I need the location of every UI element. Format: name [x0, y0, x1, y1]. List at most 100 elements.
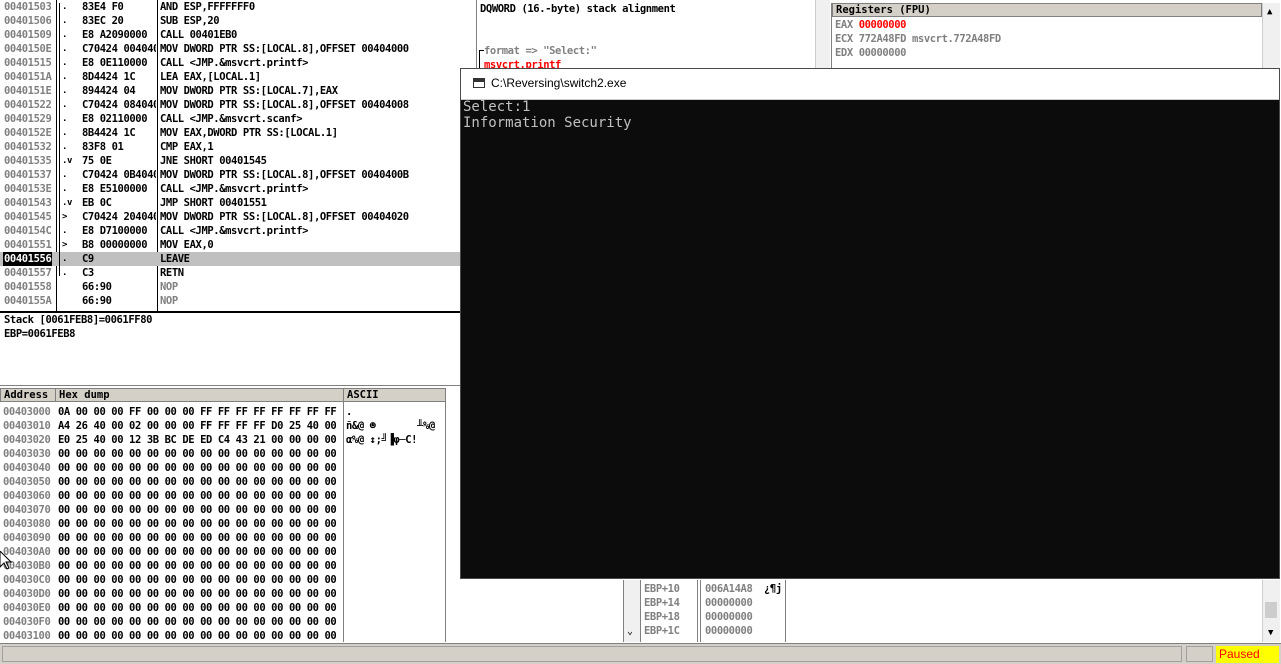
disasm-row[interactable]: 00401529. E8 02110000 CALL <JMP.&msvcrt.sc… — [0, 112, 476, 126]
disasm-address: 0040152E — [4, 127, 52, 139]
disasm-row[interactable]: 00401543 .v EB 0C JMP SHORT 00401551 — [0, 196, 476, 210]
dump-row[interactable]: 00403000 0A 00 00 00 FF 00 00 00 FF FF FF… — [0, 405, 446, 419]
register-row[interactable]: EAX 00000000 — [835, 18, 1255, 32]
console-window[interactable]: C:\Reversing\switch2.exe Select:1 Inform… — [460, 68, 1280, 579]
dump-hex-header[interactable]: Hex dump — [55, 388, 344, 402]
disasm-row[interactable]: 00401503. 83E4 F0 AND ESP,FFFFFFF0 — [0, 0, 476, 14]
register-row[interactable]: EDX 00000000 — [835, 46, 1255, 60]
dump-address: 00403020 — [3, 434, 51, 446]
dump-row[interactable]: 00403030 00 00 00 00 00 00 00 00 00 00 00… — [0, 447, 446, 461]
disasm-bytes: B8 00000000 — [82, 239, 148, 251]
dump-row[interactable]: 004030E0 00 00 00 00 00 00 00 00 00 00 00… — [0, 601, 446, 615]
disasm-instruction: MOV DWORD PTR SS:[LOCAL.7],EAX — [160, 85, 338, 97]
stack-row[interactable]: EBP+14 00000000 — [624, 596, 1264, 610]
disasm-row[interactable]: 00401506. 83EC 20 SUB ESP,20 — [0, 14, 476, 28]
disasm-marker: . — [62, 254, 68, 264]
disasm-row[interactable]: 0040153E. E8 E5100000 CALL <JMP.&msvcrt.pr… — [0, 182, 476, 196]
disasm-row[interactable]: 00401551 > B8 00000000 MOV EAX,0 — [0, 238, 476, 252]
disasm-bytes: 66:90 — [82, 281, 112, 293]
disasm-row[interactable]: 00401556. C9 LEAVE — [0, 252, 476, 266]
disasm-row[interactable]: 00401532. 83F8 01 CMP EAX,1 — [0, 140, 476, 154]
disasm-address: 00401556 — [3, 252, 53, 266]
disasm-row[interactable]: 0040152E. 8B4424 1C MOV EAX,DWORD PTR SS:[… — [0, 126, 476, 140]
register-row[interactable]: ECX 772A48FD msvcrt.772A48FD — [835, 32, 1255, 46]
disasm-row[interactable]: 00401515. E8 0E110000 CALL <JMP.&msvcrt.pr… — [0, 56, 476, 70]
disasm-address: 00401503 — [4, 1, 52, 13]
register-name: EAX — [835, 19, 859, 31]
status-paused-text: Paused — [1219, 647, 1260, 661]
scroll-thumb[interactable] — [1265, 602, 1277, 618]
dump-row[interactable]: 004030B0 00 00 00 00 00 00 00 00 00 00 00… — [0, 559, 446, 573]
disasm-row[interactable]: 0040155A 66:90 NOP — [0, 294, 476, 308]
dump-address: 004030C0 — [3, 574, 51, 586]
dump-row[interactable]: 00403070 00 00 00 00 00 00 00 00 00 00 00… — [0, 503, 446, 517]
scroll-up-icon[interactable]: ▲ — [1267, 7, 1272, 17]
registers-scrollbar[interactable]: ▲ — [1262, 3, 1280, 69]
disasm-row[interactable]: 00401535 .v 75 0E JNE SHORT 00401545 — [0, 154, 476, 168]
stack-pane[interactable]: ⌄ EBP+10 006A14A8 ¿¶j EBP+14 00000000 EBP+18 0… — [623, 580, 1280, 642]
dump-row[interactable]: 00403010 A4 26 40 00 02 00 00 00 FF FF FF… — [0, 419, 446, 433]
stack-row[interactable]: EBP+10 006A14A8 ¿¶j — [624, 582, 1264, 596]
dump-row[interactable]: 004030A0 00 00 00 00 00 00 00 00 00 00 00… — [0, 545, 446, 559]
dump-ascii-header[interactable]: ASCII — [343, 388, 446, 402]
disasm-bytes: 8D4424 1C — [82, 71, 136, 83]
disasm-row[interactable]: 00401558 66:90 NOP — [0, 280, 476, 294]
disasm-row[interactable]: 0040150E. C70424 004040 MOV DWORD PTR SS:[… — [0, 42, 476, 56]
disasm-row[interactable]: 00401522. C70424 084040 MOV DWORD PTR SS:[… — [0, 98, 476, 112]
disasm-row[interactable]: 00401509. E8 A2090000 CALL 00401EB0 — [0, 28, 476, 42]
disasm-address: 00401509 — [4, 29, 52, 41]
dump-row[interactable]: 00403050 00 00 00 00 00 00 00 00 00 00 00… — [0, 475, 446, 489]
dump-row[interactable]: 00403040 00 00 00 00 00 00 00 00 00 00 00… — [0, 461, 446, 475]
disasm-instruction: AND ESP,FFFFFFF0 — [160, 1, 255, 13]
dump-address: 00403010 — [3, 420, 51, 432]
disasm-marker: . — [62, 114, 68, 124]
console-line: Select:1 — [463, 99, 531, 115]
disasm-instruction: MOV DWORD PTR SS:[LOCAL.8],OFFSET 004040… — [160, 99, 409, 111]
mouse-cursor-icon — [0, 550, 13, 573]
registers-pane[interactable]: Registers (FPU) EAX 00000000 ECX 772A48FD… — [831, 3, 1262, 69]
disasm-bytes: 66:90 — [82, 295, 112, 307]
disasm-marker: . — [62, 58, 68, 68]
stack-row[interactable]: EBP+18 00000000 — [624, 610, 1264, 624]
console-titlebar[interactable]: C:\Reversing\switch2.exe — [461, 69, 1279, 100]
status-bar: Paused — [0, 643, 1281, 664]
disasm-instruction: NOP — [160, 281, 178, 293]
dump-row[interactable]: 004030C0 00 00 00 00 00 00 00 00 00 00 00… — [0, 573, 446, 587]
dump-row[interactable]: 00403080 00 00 00 00 00 00 00 00 00 00 00… — [0, 517, 446, 531]
dump-row[interactable]: 00403060 00 00 00 00 00 00 00 00 00 00 00… — [0, 489, 446, 503]
dump-address: 00403100 — [3, 630, 51, 642]
disasm-instruction: MOV DWORD PTR SS:[LOCAL.8],OFFSET 004040… — [160, 169, 409, 181]
dump-pane[interactable]: Address Hex dump ASCII 00403000 0A 00 00 … — [0, 388, 460, 642]
disasm-row[interactable]: 00401557. C3 RETN — [0, 266, 476, 280]
disasm-marker: > — [62, 240, 68, 250]
dump-row[interactable]: 004030D0 00 00 00 00 00 00 00 00 00 00 00… — [0, 587, 446, 601]
status-mid-area — [1186, 646, 1213, 662]
disasm-instruction: CALL 00401EB0 — [160, 29, 237, 41]
disassembly-pane[interactable]: 00401503. 83E4 F0 AND ESP,FFFFFFF0 00401506… — [0, 0, 477, 313]
disasm-address: 00401537 — [4, 169, 52, 181]
disasm-bytes: E8 0E110000 — [82, 57, 148, 69]
dump-row[interactable]: 00403100 00 00 00 00 00 00 00 00 00 00 00… — [0, 629, 446, 642]
disasm-marker: . — [62, 44, 68, 54]
dump-row[interactable]: 00403020 E0 25 40 00 12 3B BC DE ED C4 43… — [0, 433, 446, 447]
disasm-row[interactable]: 0040154C. E8 D7100000 CALL <JMP.&msvcrt.pr… — [0, 224, 476, 238]
disasm-row[interactable]: 0040151E. 894424 04 MOV DWORD PTR SS:[LOCA… — [0, 84, 476, 98]
scroll-down-icon-right[interactable]: ▼ — [1268, 628, 1273, 638]
comment-scrollbar[interactable] — [815, 0, 830, 68]
console-output[interactable]: Select:1 Information Security — [461, 99, 1279, 578]
disasm-marker: . — [62, 2, 68, 12]
stack-row[interactable]: EBP+1C 00000000 — [624, 624, 1264, 638]
disasm-row[interactable]: 00401545 > C70424 204040 MOV DWORD PTR SS:[… — [0, 210, 476, 224]
dump-address: 004030D0 — [3, 588, 51, 600]
stack-value: 00000000 — [705, 597, 753, 609]
dump-row[interactable]: 004030F0 00 00 00 00 00 00 00 00 00 00 00… — [0, 615, 446, 629]
disasm-row[interactable]: 0040151A. 8D4424 1C LEA EAX,[LOCAL.1] — [0, 70, 476, 84]
status-paused: Paused — [1216, 646, 1279, 663]
dump-hex: 00 00 00 00 00 00 00 00 00 00 00 00 00 0… — [58, 616, 337, 628]
dump-address-header[interactable]: Address — [0, 388, 56, 402]
dump-ascii: ñ&@ ☻ ╨%@ — [346, 420, 435, 432]
stack-right-scrollbar[interactable]: ▼ — [1262, 580, 1280, 642]
disasm-instruction: CALL <JMP.&msvcrt.scanf> — [160, 113, 303, 125]
disasm-row[interactable]: 00401537. C70424 0B4040 MOV DWORD PTR SS:[… — [0, 168, 476, 182]
dump-row[interactable]: 00403090 00 00 00 00 00 00 00 00 00 00 00… — [0, 531, 446, 545]
